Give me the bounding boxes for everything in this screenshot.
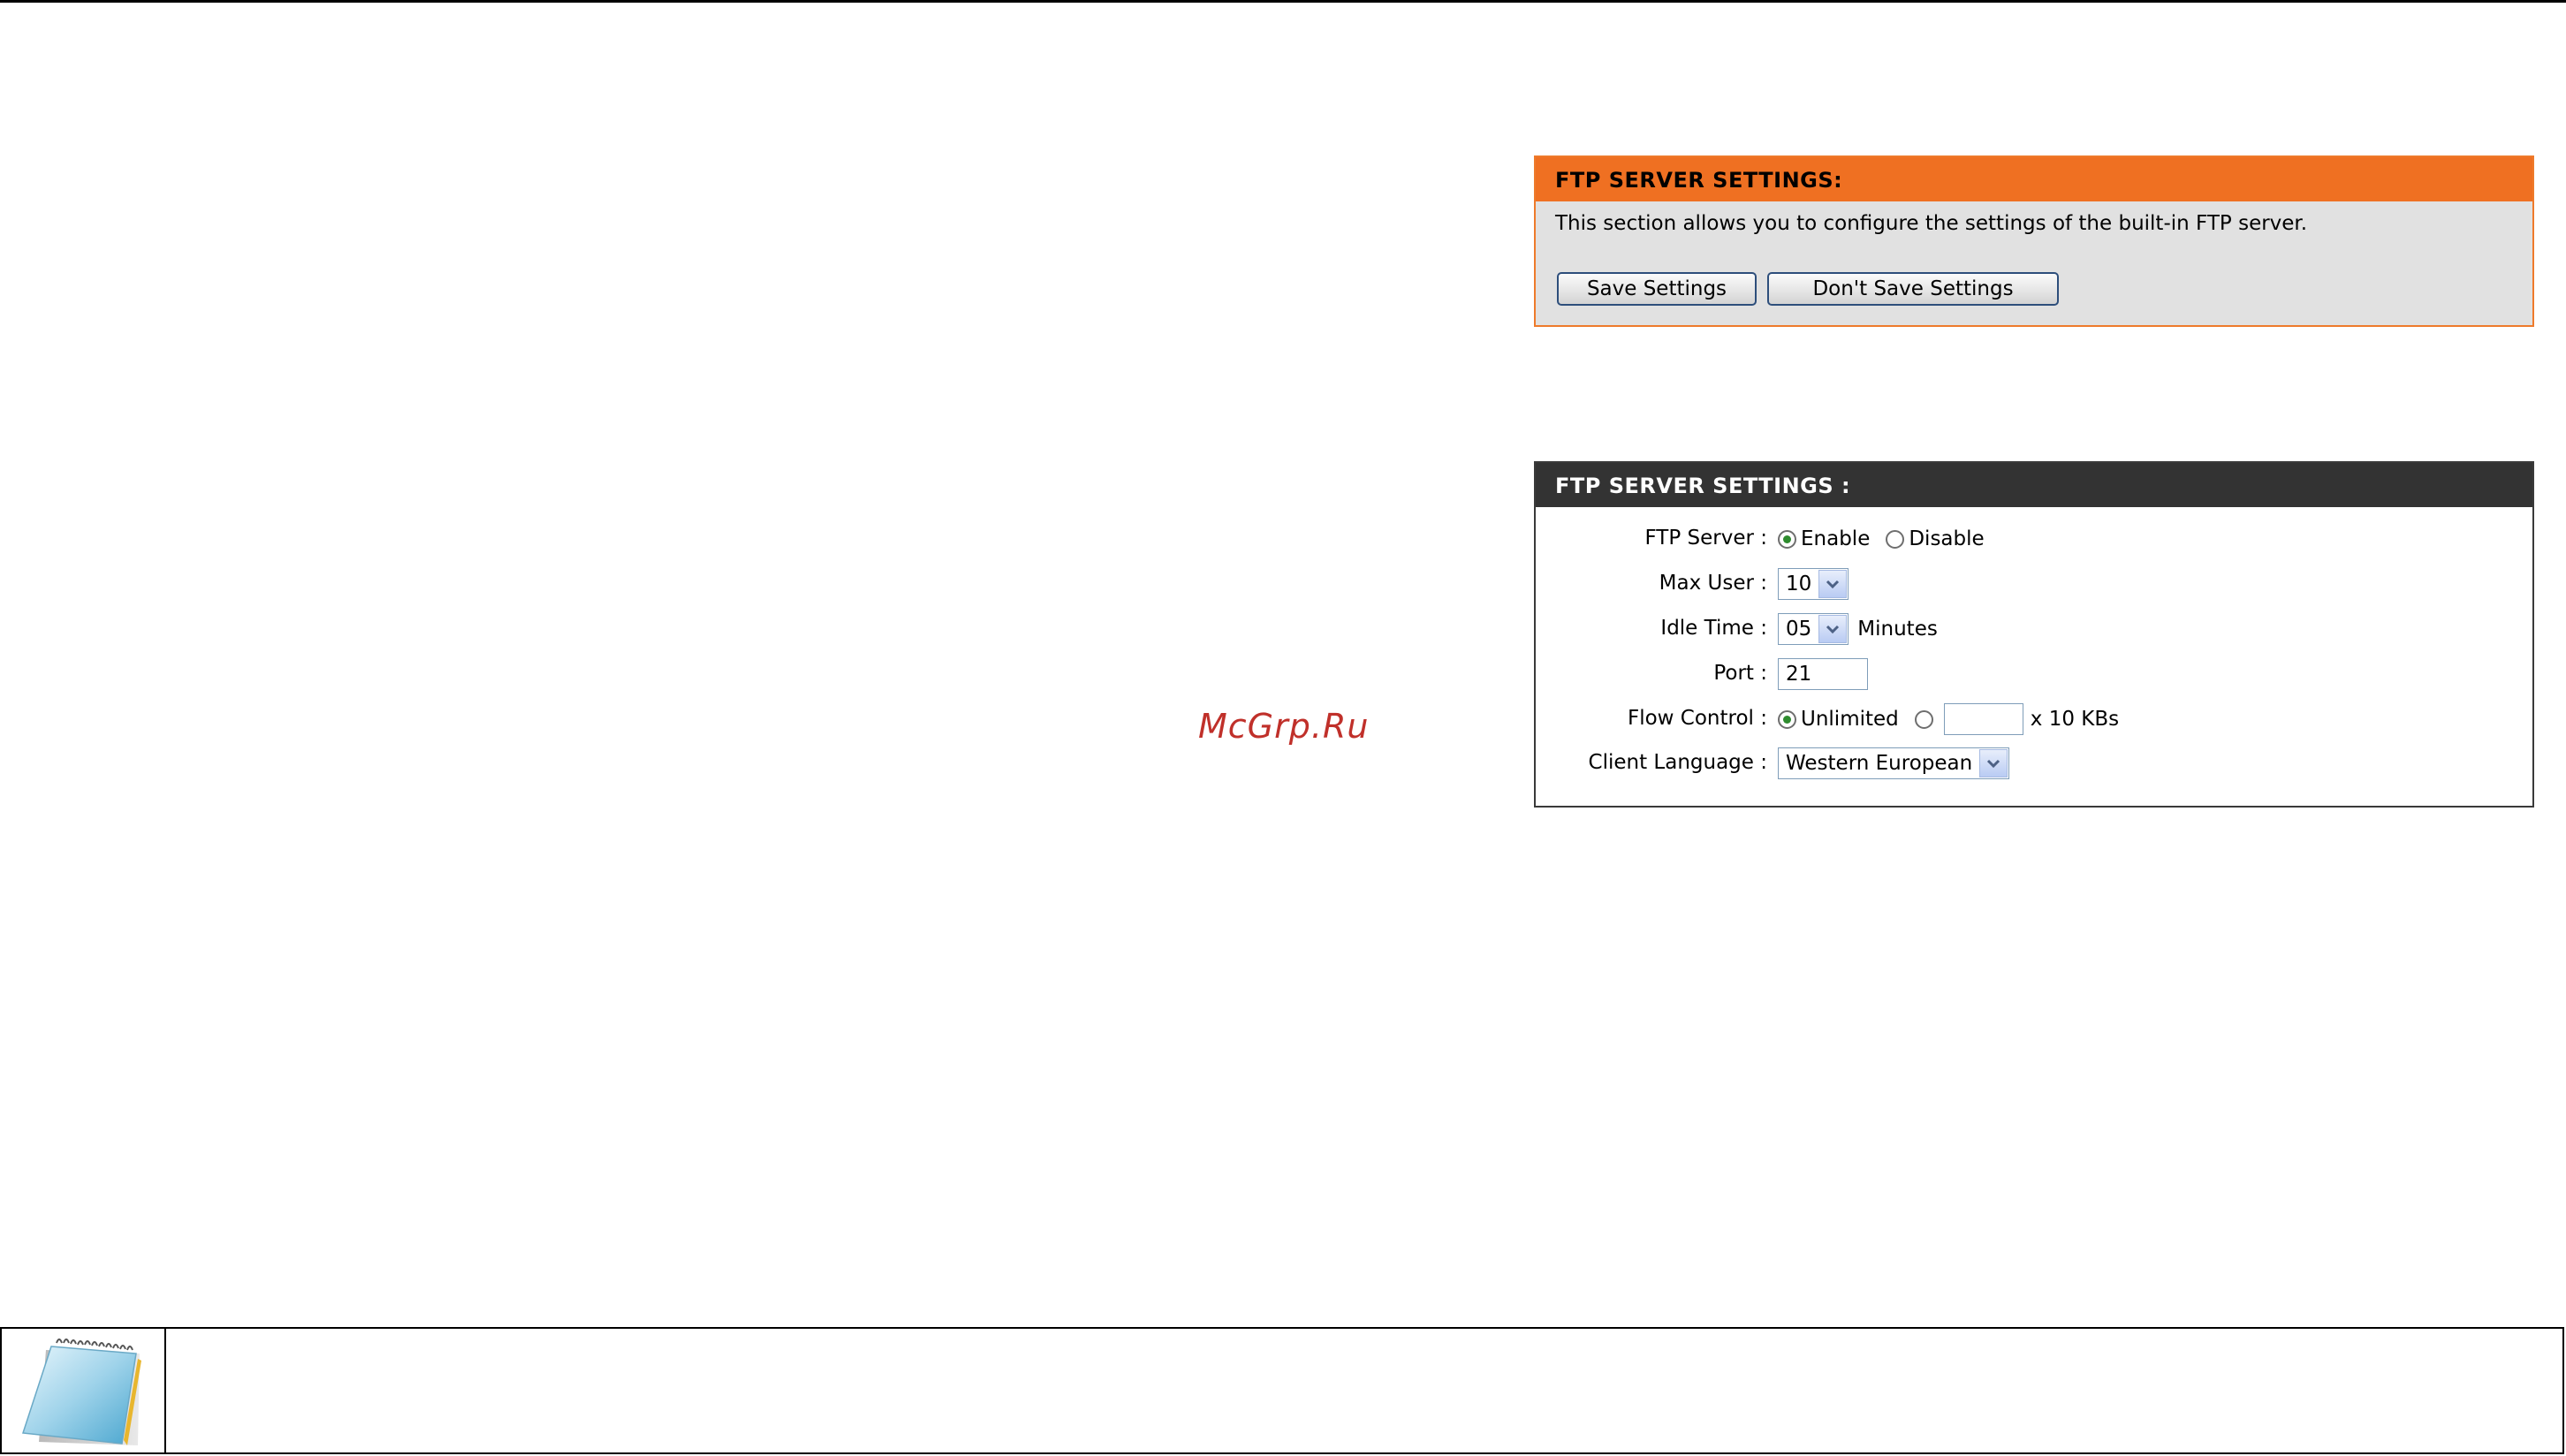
port-input[interactable]: 21 — [1778, 658, 1868, 690]
intro-panel-description: This section allows you to configure the… — [1555, 212, 2308, 235]
port-row: Port : 21 — [1536, 656, 2532, 692]
flow-control-custom-input[interactable] — [1943, 703, 2023, 735]
ftp-server-label: FTP Server : — [1644, 527, 1767, 550]
settings-panel-title: FTP SERVER SETTINGS : — [1536, 463, 2532, 507]
note-icon-cell — [2, 1329, 166, 1452]
port-label: Port : — [1713, 662, 1767, 685]
idle-time-unit: Minutes — [1857, 618, 1938, 641]
idle-time-value: 05 — [1786, 618, 1812, 641]
client-language-value: Western European — [1786, 752, 1973, 775]
flow-control-unit: x 10 KBs — [2030, 708, 2120, 731]
ftp-server-enable-label: Enable — [1801, 527, 1871, 550]
top-rule — [0, 0, 2566, 3]
flow-control-custom-radio[interactable] — [1914, 709, 1933, 729]
flow-control-row: Flow Control : Unlimited x 10 KBs — [1536, 701, 2532, 737]
ftp-intro-panel: FTP SERVER SETTINGS: This section allows… — [1534, 155, 2534, 327]
save-settings-button[interactable]: Save Settings — [1557, 272, 1757, 306]
ftp-server-enable-radio[interactable] — [1778, 529, 1796, 549]
max-user-label: Max User : — [1659, 572, 1767, 595]
chevron-down-icon — [1818, 570, 1848, 598]
max-user-select[interactable]: 10 — [1778, 568, 1849, 600]
ftp-settings-panel: FTP SERVER SETTINGS : FTP Server : Enabl… — [1534, 461, 2534, 808]
flow-control-unlimited-label: Unlimited — [1801, 708, 1899, 731]
idle-time-select[interactable]: 05 — [1778, 613, 1849, 645]
flow-control-label: Flow Control : — [1627, 707, 1767, 730]
ftp-server-disable-radio[interactable] — [1886, 529, 1905, 549]
client-language-select[interactable]: Western European — [1778, 747, 2010, 779]
flow-control-unlimited-radio[interactable] — [1778, 709, 1796, 729]
max-user-value: 10 — [1786, 573, 1812, 595]
ftp-server-disable-label: Disable — [1909, 527, 1985, 550]
idle-time-label: Idle Time : — [1660, 617, 1767, 640]
note-box — [0, 1327, 2564, 1454]
dont-save-settings-button[interactable]: Don't Save Settings — [1767, 272, 2059, 306]
notepad-icon — [21, 1338, 141, 1445]
client-language-row: Client Language : Western European — [1536, 746, 2532, 781]
chevron-down-icon — [1979, 749, 2008, 777]
watermark: McGrp.Ru — [1198, 707, 1370, 746]
idle-time-row: Idle Time : 05 Minutes — [1536, 611, 2532, 647]
chevron-down-icon — [1818, 615, 1848, 643]
ftp-server-row: FTP Server : Enable Disable — [1536, 521, 2532, 557]
max-user-row: Max User : 10 — [1536, 566, 2532, 602]
intro-panel-title: FTP SERVER SETTINGS: — [1536, 157, 2532, 201]
client-language-label: Client Language : — [1588, 751, 1767, 774]
